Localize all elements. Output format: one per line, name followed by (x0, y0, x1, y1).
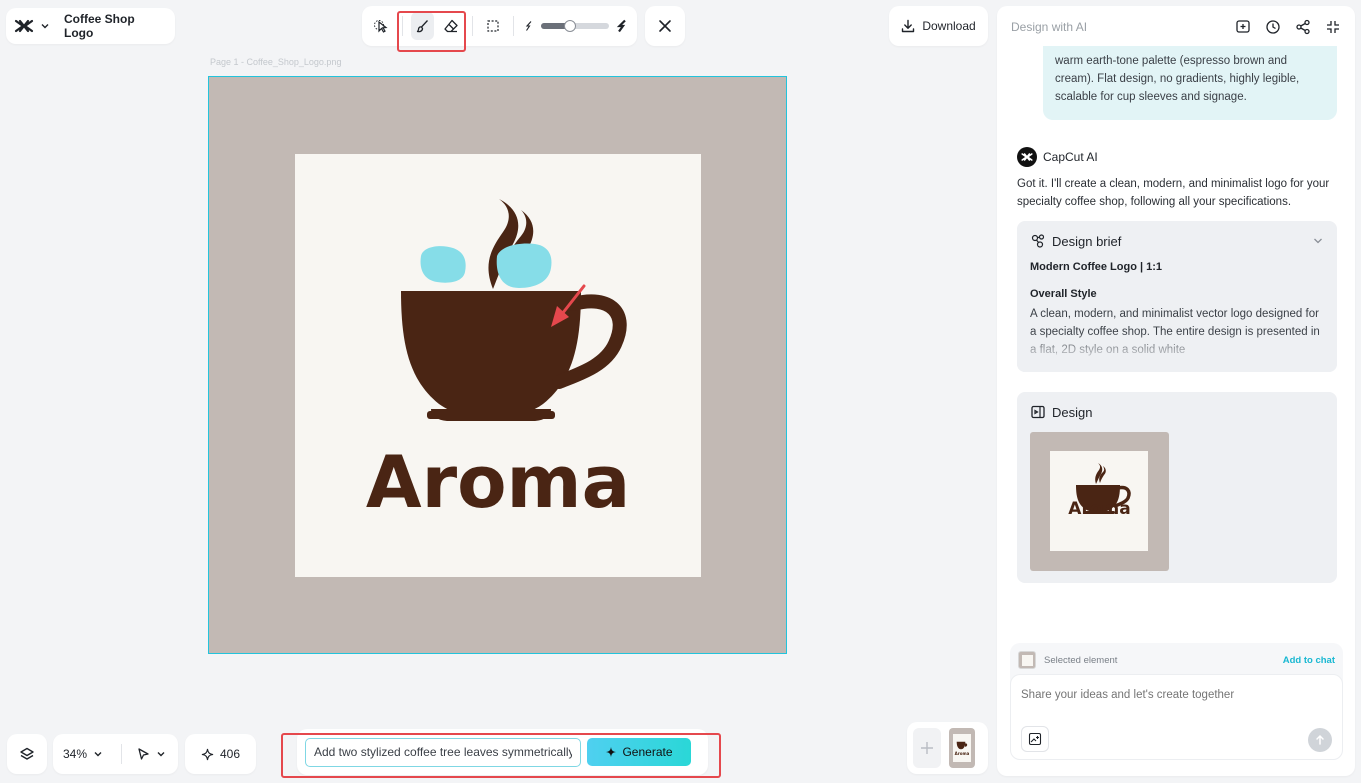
mask-blob-right (496, 243, 552, 288)
brush-tool-button[interactable] (411, 12, 435, 40)
page-thumbnail[interactable]: Aroma (949, 728, 975, 768)
edit-toolbar (362, 6, 637, 46)
logo-image[interactable]: Aroma (295, 154, 701, 577)
toolbar-divider (471, 16, 473, 36)
credits-value: 406 (219, 747, 241, 761)
chevron-down-icon[interactable] (40, 21, 50, 31)
brief-section-title: Overall Style (1030, 288, 1097, 300)
capcut-ai-avatar-icon (1017, 147, 1037, 167)
credits-button[interactable]: 406 (185, 734, 256, 774)
sparkle-icon (606, 746, 617, 758)
brush-size-slider[interactable] (541, 18, 610, 34)
image-upload-icon (1028, 732, 1042, 746)
generate-button[interactable]: Generate (587, 738, 691, 766)
toolbar-divider (513, 16, 515, 36)
zoom-value: 34% (63, 747, 88, 761)
sparkle-icon (201, 748, 214, 760)
download-label: Download (922, 19, 976, 33)
chat-composer: Selected element Add to chat (1010, 643, 1343, 760)
generate-label: Generate (622, 745, 673, 759)
selected-element-label: Selected element (1044, 654, 1118, 666)
panel-header: Design with AI (1011, 19, 1341, 35)
share-icon[interactable] (1295, 19, 1311, 35)
zoom-divider (121, 744, 123, 764)
brief-icon (1030, 233, 1046, 249)
zoom-control: 34% (53, 734, 178, 774)
brush-icon (416, 20, 428, 33)
attach-image-button[interactable] (1021, 726, 1049, 752)
logo-wordmark: Aroma (365, 440, 631, 524)
brush-small-icon (523, 20, 535, 32)
ai-name: CapCut AI (1043, 150, 1098, 164)
pointer-mode-dropdown[interactable] (136, 747, 166, 761)
design-result-card: Design Aroma (1017, 392, 1337, 583)
saucer (427, 411, 555, 419)
generate-bar: Generate (297, 729, 708, 775)
ai-panel: Design with AI warm earth-tone palette (… (997, 6, 1355, 776)
design-thumbnail-word: Aroma (1068, 499, 1131, 519)
arrow-up-icon (1316, 734, 1324, 745)
panel-title: Design with AI (1011, 20, 1088, 34)
ai-header: CapCut AI (1017, 147, 1098, 167)
page-label: Page 1 - Coffee_Shop_Logo.png (210, 57, 342, 67)
mask-blob-left (420, 246, 466, 283)
new-chat-icon[interactable] (1235, 19, 1251, 35)
cup-body (401, 291, 581, 416)
user-message: warm earth-tone palette (espresso brown … (1043, 46, 1337, 120)
brush-large-icon (615, 19, 629, 33)
brief-subtitle: Modern Coffee Logo | 1:1 (1030, 261, 1163, 273)
capcut-logo-icon (14, 18, 34, 34)
download-icon (902, 19, 915, 33)
zoom-dropdown[interactable]: 34% (63, 747, 103, 761)
cursor-select-icon (374, 20, 388, 33)
chevron-down-icon (94, 752, 102, 757)
send-button[interactable] (1308, 728, 1332, 752)
eraser-tool-button[interactable] (440, 12, 463, 40)
pointer-icon (138, 748, 149, 760)
design-brief-card[interactable]: Design brief Modern Coffee Logo | 1:1 Ov… (1017, 221, 1337, 372)
download-button[interactable]: Download (889, 6, 988, 46)
toolbar-divider (401, 16, 403, 36)
chevron-down-icon[interactable] (1312, 235, 1324, 247)
marquee-icon (487, 20, 499, 32)
design-icon (1030, 404, 1046, 420)
design-thumbnail[interactable]: Aroma (1030, 432, 1169, 571)
plus-icon (921, 742, 933, 754)
marquee-tool-button[interactable] (482, 12, 505, 40)
eraser-icon (444, 19, 459, 33)
chat-input-area (1010, 674, 1343, 760)
close-button[interactable] (645, 6, 685, 46)
page-strip: Aroma (907, 722, 988, 774)
brief-heading: Design brief (1052, 233, 1122, 249)
ai-message: Got it. I'll create a clean, modern, and… (1017, 178, 1330, 208)
layers-button[interactable] (7, 734, 47, 774)
page-thumbnail-image: Aroma (953, 734, 971, 762)
prompt-input[interactable] (305, 737, 581, 767)
select-tool-button[interactable] (370, 12, 393, 40)
close-icon (659, 20, 671, 32)
selected-element-thumbnail (1018, 651, 1036, 669)
selected-element-row: Selected element Add to chat (1018, 649, 1335, 671)
brief-fade (1017, 332, 1337, 372)
chat-input[interactable] (1021, 689, 1321, 701)
page-thumbnail-word: Aroma (954, 750, 970, 756)
chevron-down-icon (157, 752, 165, 757)
add-page-button[interactable] (913, 728, 941, 768)
layers-icon (20, 747, 34, 760)
coffee-cup-icon (956, 741, 968, 749)
design-canvas[interactable]: Aroma (208, 76, 787, 654)
history-icon[interactable] (1265, 19, 1281, 35)
collapse-icon[interactable] (1325, 19, 1341, 35)
app-menu[interactable]: Coffee Shop Logo (6, 8, 175, 44)
add-to-chat-link[interactable]: Add to chat (1283, 655, 1335, 666)
design-heading: Design (1052, 404, 1093, 420)
project-title: Coffee Shop Logo (64, 12, 135, 40)
slider-thumb[interactable] (563, 20, 576, 32)
